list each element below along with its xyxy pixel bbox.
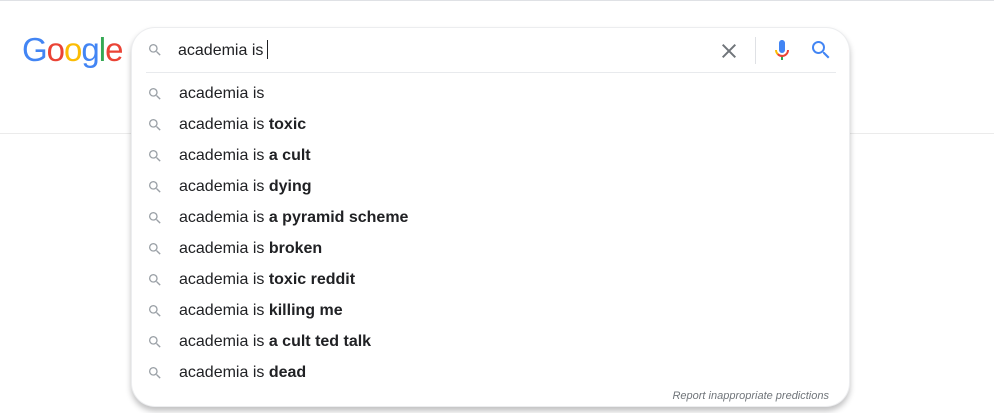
close-icon[interactable] — [717, 39, 741, 63]
suggestion-prefix: academia is — [179, 209, 269, 226]
search-icon — [149, 212, 161, 224]
search-input[interactable] — [178, 38, 698, 64]
suggestion-completion: toxic reddit — [268, 271, 356, 288]
suggestion-text: academia is broken — [179, 239, 322, 259]
suggestion-prefix: academia is — [179, 178, 269, 195]
suggestion-completion: dying — [268, 178, 312, 195]
suggestion-item[interactable]: academia is toxic reddit — [132, 264, 849, 295]
search-icon — [149, 305, 161, 317]
search-icon — [149, 243, 161, 255]
search-icon — [149, 274, 161, 286]
top-divider — [0, 0, 994, 1]
suggestion-prefix: academia is — [179, 271, 269, 288]
suggestion-prefix: academia is — [179, 85, 265, 102]
suggestion-item[interactable]: academia is dead — [132, 357, 849, 388]
suggestion-prefix: academia is — [179, 333, 269, 350]
logo-letter: G — [22, 31, 48, 68]
suggestion-text: academia is killing me — [179, 301, 343, 321]
search-page: Google academia is academia is academia … — [0, 0, 994, 413]
suggestion-item[interactable]: academia is — [132, 78, 849, 109]
suggestion-prefix: academia is — [179, 240, 269, 257]
suggestion-completion: a pyramid scheme — [268, 209, 409, 226]
suggestion-item[interactable]: academia is a cult — [132, 140, 849, 171]
suggestion-text: academia is — [179, 84, 264, 104]
search-submit-icon[interactable] — [809, 38, 833, 62]
suggestion-list: academia is academia is toxic academia i… — [132, 78, 849, 388]
button-divider — [755, 37, 756, 64]
search-icon — [149, 119, 161, 131]
search-icon — [149, 44, 161, 56]
suggestion-prefix: academia is — [179, 116, 269, 133]
suggestion-text: academia is toxic — [179, 115, 306, 135]
search-icon — [149, 150, 161, 162]
microphone-icon[interactable] — [770, 38, 794, 62]
google-logo[interactable]: Google — [22, 30, 123, 70]
suggestion-item[interactable]: academia is a pyramid scheme — [132, 202, 849, 233]
search-box: academia is academia is toxic academia i… — [131, 27, 850, 407]
suggestion-prefix: academia is — [179, 147, 269, 164]
suggestion-prefix: academia is — [179, 364, 269, 381]
text-caret — [267, 40, 268, 59]
suggestion-prefix: academia is — [179, 302, 269, 319]
suggestion-item[interactable]: academia is killing me — [132, 295, 849, 326]
logo-letter: o — [64, 31, 82, 68]
suggestion-text: academia is a cult ted talk — [179, 332, 371, 352]
search-icon — [149, 367, 161, 379]
dropdown-divider — [146, 72, 836, 73]
suggestion-text: academia is a cult — [179, 146, 311, 166]
suggestion-completion: dead — [268, 364, 307, 381]
logo-letter: e — [105, 31, 123, 68]
logo-letter: g — [81, 31, 99, 68]
suggestion-text: academia is dead — [179, 363, 306, 383]
suggestion-completion: killing me — [268, 302, 343, 319]
suggestion-completion: broken — [268, 240, 323, 257]
search-row — [132, 28, 849, 73]
logo-letter: o — [46, 31, 65, 68]
suggestion-completion: a cult — [268, 147, 311, 164]
suggestion-text: academia is dying — [179, 177, 312, 197]
search-icon — [149, 336, 161, 348]
report-predictions-link[interactable]: Report inappropriate predictions — [672, 390, 829, 402]
search-icon — [149, 88, 161, 100]
suggestion-item[interactable]: academia is broken — [132, 233, 849, 264]
suggestion-completion: toxic — [268, 116, 307, 133]
search-icon — [149, 181, 161, 193]
suggestion-text: academia is toxic reddit — [179, 270, 355, 290]
suggestion-text: academia is a pyramid scheme — [179, 208, 408, 228]
suggestion-item[interactable]: academia is toxic — [132, 109, 849, 140]
suggestion-item[interactable]: academia is a cult ted talk — [132, 326, 849, 357]
suggestion-item[interactable]: academia is dying — [132, 171, 849, 202]
suggestion-completion: a cult ted talk — [268, 333, 372, 350]
